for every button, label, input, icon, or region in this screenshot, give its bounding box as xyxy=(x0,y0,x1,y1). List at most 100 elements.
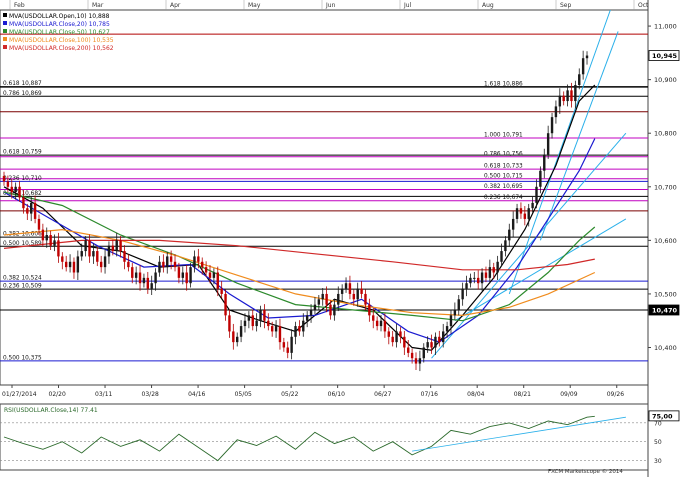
candle-body xyxy=(96,251,99,262)
candle-body xyxy=(88,240,91,257)
candle-body xyxy=(313,304,317,310)
candle-body xyxy=(453,310,457,316)
candle-body xyxy=(18,186,21,198)
candle-body xyxy=(243,320,247,327)
candle-body xyxy=(138,272,142,284)
candle-body xyxy=(10,186,13,193)
candle-body xyxy=(379,320,383,327)
candle-body xyxy=(305,315,309,321)
candle-body xyxy=(251,315,254,327)
x-tick-label: 08/04 xyxy=(467,391,484,398)
candle-body xyxy=(99,261,103,268)
candle-body xyxy=(511,218,515,230)
candle-body xyxy=(480,272,484,284)
candle-body xyxy=(527,208,530,219)
candle-body xyxy=(476,277,480,284)
candle-body xyxy=(531,202,534,209)
month-label: Apr xyxy=(170,2,181,9)
candle-body xyxy=(220,288,223,294)
candle-body xyxy=(107,245,111,257)
candle-body xyxy=(410,352,414,359)
candle-body xyxy=(22,197,25,209)
candle-body xyxy=(403,336,406,348)
candle-body xyxy=(158,261,161,273)
level-label: 1.000 10,791 xyxy=(484,133,523,139)
candle-body xyxy=(302,320,305,332)
x-tick-label: 04/16 xyxy=(188,391,205,398)
candle-body xyxy=(570,90,573,102)
candle-body xyxy=(585,55,589,59)
candle-body xyxy=(181,272,184,278)
month-label: Feb xyxy=(14,2,25,9)
candle-body xyxy=(434,336,437,348)
candle-body xyxy=(142,277,146,284)
candle-body xyxy=(562,95,565,102)
legend-swatch xyxy=(3,13,7,17)
candle-body xyxy=(442,331,445,343)
candle-body xyxy=(263,310,266,321)
legend-label: MVA(USDOLLAR.Open,10) 10,888 xyxy=(9,13,110,20)
x-tick-label: 08/21 xyxy=(514,391,531,398)
rsi-tick-label: 70 xyxy=(654,420,662,427)
candle-body xyxy=(581,58,585,75)
candle-body xyxy=(391,336,394,343)
candle-body xyxy=(504,240,507,252)
candle-body xyxy=(368,304,371,316)
candle-body xyxy=(134,272,138,278)
candle-body xyxy=(146,277,150,289)
candle-body xyxy=(201,261,204,268)
candle-body xyxy=(270,326,274,332)
candle-body xyxy=(173,261,177,268)
y-tick-label: 10,800 xyxy=(654,130,677,138)
level-label: 0.500 10,375 xyxy=(3,355,42,361)
candle-body xyxy=(438,336,441,343)
level-label: 0.236 10,674 xyxy=(484,195,523,201)
y-tick-label: 10,900 xyxy=(654,76,677,84)
candle-body xyxy=(204,267,208,273)
x-tick-label: 05/22 xyxy=(281,391,298,398)
candle-body xyxy=(80,251,83,257)
candle-body xyxy=(473,277,476,279)
month-label: Mar xyxy=(92,2,104,9)
y-tick-label: 10,400 xyxy=(654,344,677,352)
candle-body xyxy=(329,304,332,316)
candle-body xyxy=(103,256,107,268)
x-tick-label: 06/10 xyxy=(328,391,345,398)
month-label: Jul xyxy=(403,2,412,9)
candle-body xyxy=(418,358,422,364)
y-tick-label: 11,000 xyxy=(654,23,677,31)
candle-body xyxy=(554,106,558,118)
candle-body xyxy=(508,229,511,241)
x-tick-label: 05/05 xyxy=(235,391,252,398)
x-tick-label: 03/28 xyxy=(142,391,159,398)
candle-body xyxy=(430,342,433,348)
candle-body xyxy=(131,267,134,278)
candle-body xyxy=(30,202,33,214)
candle-body xyxy=(407,347,410,353)
level-label: 0.786 10,756 xyxy=(484,151,523,157)
x-tick-label: 06/27 xyxy=(374,391,391,398)
month-label: Oct xyxy=(638,2,649,9)
x-tick-label: 01/27/2014 xyxy=(2,391,37,398)
candle-body xyxy=(550,117,554,134)
source-label: FXCM Marketscope © 2014 xyxy=(548,468,623,475)
candle-body xyxy=(259,310,262,321)
candle-body xyxy=(445,326,449,332)
candle-body xyxy=(6,181,10,187)
level-label: 0.786 10,869 xyxy=(3,91,42,97)
candle-body xyxy=(519,208,523,214)
candle-body xyxy=(193,256,196,268)
candle-body xyxy=(41,229,45,241)
candle-body xyxy=(84,240,87,252)
level-label: 0.618 10,759 xyxy=(3,150,42,156)
candle-body xyxy=(267,320,270,327)
candle-body xyxy=(469,277,472,284)
month-label: May xyxy=(248,2,261,9)
candle-body xyxy=(348,283,352,294)
candle-body xyxy=(123,251,126,262)
level-label: 0.236 10,509 xyxy=(3,284,42,290)
candle-body xyxy=(372,315,375,321)
candle-body xyxy=(2,176,6,182)
month-label: Aug xyxy=(482,2,494,9)
candle-body xyxy=(115,240,118,252)
